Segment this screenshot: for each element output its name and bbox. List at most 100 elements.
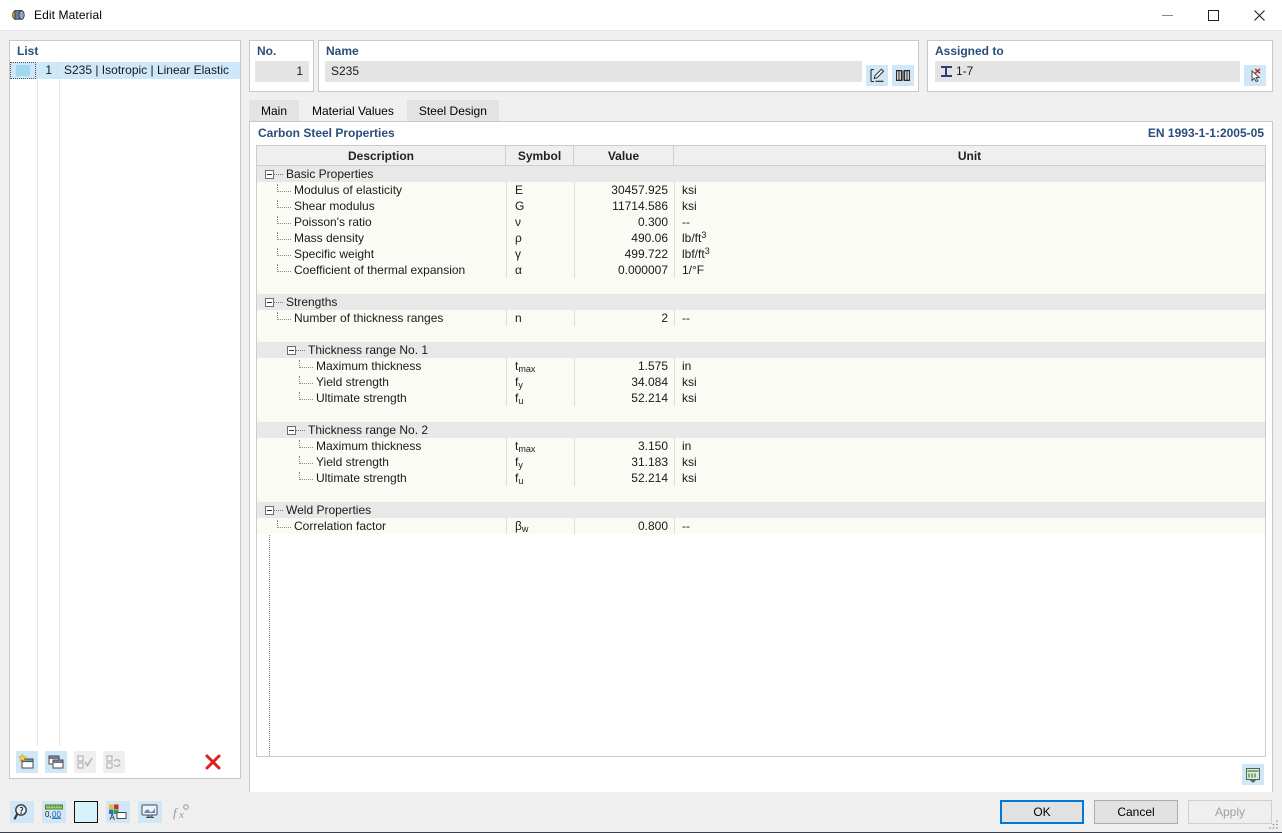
column-header-description[interactable]: Description (257, 146, 506, 166)
unit-cell: 1/°F (674, 262, 1265, 278)
value-cell[interactable]: 0.300 (574, 214, 674, 230)
apply-button: Apply (1188, 800, 1272, 824)
table-row[interactable]: Modulus of elasticity E 30457.925 ksi (257, 182, 1265, 198)
description-cell: Mass density (257, 230, 506, 246)
name-input[interactable]: S235 (325, 61, 862, 82)
close-button[interactable] (1236, 0, 1282, 31)
panel-title: Carbon Steel Properties (258, 126, 395, 140)
table-row[interactable]: Specific weight γ 499.722 lbf/ft3 (257, 246, 1265, 262)
collapse-expander-icon[interactable] (265, 169, 274, 179)
tree-dots (274, 509, 283, 511)
value-cell[interactable]: 0.800 (574, 518, 674, 534)
book-library-icon[interactable] (892, 65, 914, 86)
color-swatch-button[interactable] (74, 801, 98, 823)
assigned-to-input[interactable]: 1-7 (935, 61, 1240, 82)
collapse-expander-icon[interactable] (265, 297, 274, 307)
table-row[interactable]: Yield strength fy 34.084 ksi (257, 374, 1265, 390)
material-icon (10, 7, 26, 23)
copy-material-button[interactable] (45, 751, 67, 773)
value-cell[interactable]: 11714.586 (574, 198, 674, 214)
table-spacer-row (257, 486, 1265, 502)
assigned-to-value: 1-7 (956, 64, 974, 78)
table-row[interactable]: Yield strength fy 31.183 ksi (257, 454, 1265, 470)
table-row[interactable]: Shear modulus G 11714.586 ksi (257, 198, 1265, 214)
group-label-cell: Basic Properties (257, 166, 1265, 182)
table-row[interactable]: Maximum thickness tmax 3.150 in (257, 438, 1265, 454)
tree-branch (277, 200, 291, 208)
tab-main[interactable]: Main (249, 100, 300, 121)
panel-header: Carbon Steel Properties EN 1993-1-1:2005… (250, 124, 1272, 142)
table-group-row[interactable]: Thickness range No. 2 (257, 422, 1265, 438)
value-cell[interactable]: 34.084 (574, 374, 674, 390)
collapse-expander-icon[interactable] (287, 345, 296, 355)
ok-button[interactable]: OK (1000, 800, 1084, 824)
unit-cell: -- (674, 518, 1265, 534)
tab-steel-design[interactable]: Steel Design (406, 100, 499, 121)
table-export-icon[interactable] (1242, 764, 1264, 785)
unit-cell: ksi (674, 470, 1265, 486)
tree-branch (299, 392, 313, 400)
description-cell: Ultimate strength (257, 470, 506, 486)
table-row[interactable]: Correlation factor βw 0.800 -- (257, 518, 1265, 534)
display-properties-button[interactable] (138, 801, 162, 823)
new-material-button[interactable] (16, 751, 38, 773)
value-cell[interactable]: 490.06 (574, 230, 674, 246)
info-search-button[interactable] (10, 801, 34, 823)
table-group-row[interactable]: Weld Properties (257, 502, 1265, 518)
symbol-cell: G (506, 198, 574, 214)
table-group-row[interactable]: Strengths (257, 294, 1265, 310)
table-row[interactable]: Mass density ρ 490.06 lb/ft3 (257, 230, 1265, 246)
resize-grip[interactable] (1268, 818, 1280, 830)
table-row[interactable]: Coefficient of thermal expansion α 0.00000… (257, 262, 1265, 278)
properties-table[interactable]: Description Symbol Value Unit Basic Prop… (256, 145, 1266, 757)
material-color-swatch[interactable] (10, 62, 36, 79)
column-header-value[interactable]: Value (574, 146, 674, 166)
table-row[interactable]: Number of thickness ranges n 2 -- (257, 310, 1265, 326)
column-header-unit[interactable]: Unit (674, 146, 1265, 166)
value-cell[interactable]: 52.214 (574, 470, 674, 486)
tree-branch (277, 248, 291, 256)
tab-material-values[interactable]: Material Values (300, 100, 406, 121)
table-group-row[interactable]: Thickness range No. 1 (257, 342, 1265, 358)
list-item[interactable]: 1 S235 | Isotropic | Linear Elastic (10, 62, 240, 79)
edit-pencil-icon[interactable] (866, 65, 888, 86)
value-cell[interactable]: 2 (574, 310, 674, 326)
value-cell[interactable]: 3.150 (574, 438, 674, 454)
minimize-button[interactable] (1144, 0, 1190, 31)
table-row[interactable]: Poisson's ratio ν 0.300 -- (257, 214, 1265, 230)
value-cell[interactable]: 30457.925 (574, 182, 674, 198)
cancel-button[interactable]: Cancel (1094, 800, 1178, 824)
table-group-row[interactable]: Basic Properties (257, 166, 1265, 182)
table-row[interactable]: Maximum thickness tmax 1.575 in (257, 358, 1265, 374)
number-input[interactable]: 1 (255, 61, 309, 82)
maximize-button[interactable] (1190, 0, 1236, 31)
value-cell[interactable]: 31.183 (574, 454, 674, 470)
deselect-cursor-icon[interactable] (1244, 65, 1266, 86)
table-row[interactable]: Ultimate strength fu 52.214 ksi (257, 470, 1265, 486)
material-list[interactable]: 1 S235 | Isotropic | Linear Elastic (10, 62, 240, 746)
symbol-cell: fy (506, 454, 574, 470)
tree-branch (299, 456, 313, 464)
delete-material-button[interactable] (202, 751, 224, 773)
collapse-expander-icon[interactable] (287, 425, 296, 435)
name-group: Name S235 (318, 40, 919, 92)
render-settings-button[interactable]: A (106, 801, 130, 823)
symbol-cell: βw (506, 518, 574, 534)
value-cell[interactable]: 0.000007 (574, 262, 674, 278)
unit-cell: ksi (674, 198, 1265, 214)
value-cell[interactable]: 1.575 (574, 358, 674, 374)
description-cell: Number of thickness ranges (257, 310, 506, 326)
svg-text:x: x (178, 809, 184, 821)
tree-dots (274, 173, 283, 175)
table-row[interactable]: Ultimate strength fu 52.214 ksi (257, 390, 1265, 406)
group-label-cell: Strengths (257, 294, 1265, 310)
tree-dots (296, 349, 305, 351)
value-cell[interactable]: 499.722 (574, 246, 674, 262)
group-label: Basic Properties (286, 167, 374, 181)
value-cell[interactable]: 52.214 (574, 390, 674, 406)
collapse-expander-icon[interactable] (265, 505, 274, 515)
column-header-symbol[interactable]: Symbol (506, 146, 574, 166)
description-label: Yield strength (316, 455, 389, 469)
units-button[interactable]: 0, 00 (42, 801, 66, 823)
invert-selection-button (103, 751, 125, 773)
